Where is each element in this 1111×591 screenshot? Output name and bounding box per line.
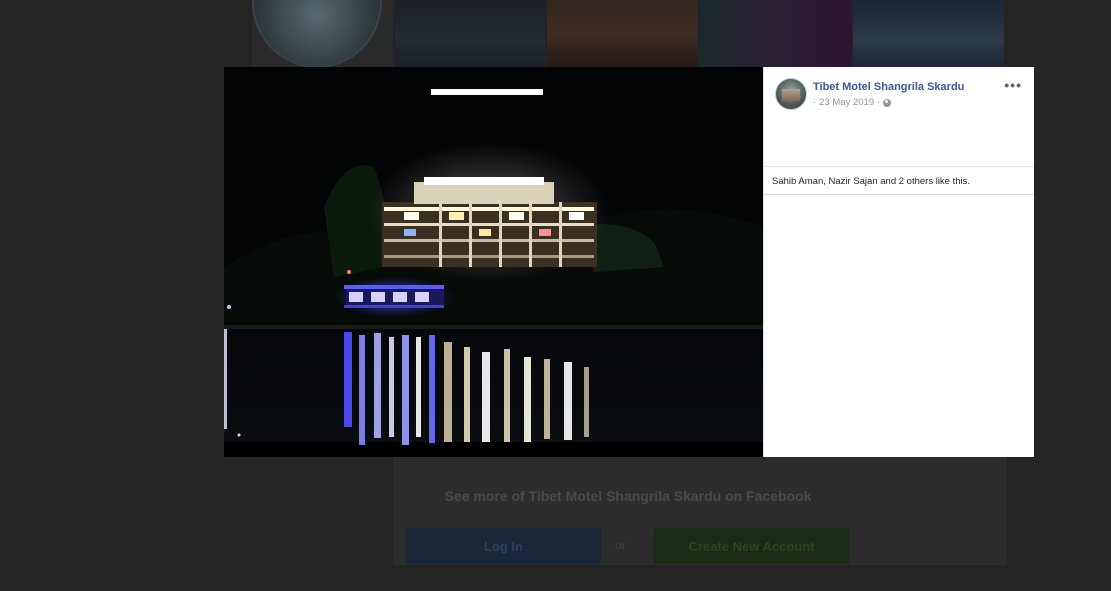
post-date[interactable]: 23 May 2019 [819, 97, 874, 108]
likes-summary[interactable]: Sahib Aman, Nazir Sajan and 2 others lik… [772, 176, 970, 187]
background-thumbnail [547, 0, 698, 67]
background-thumbnail [700, 0, 851, 67]
meta-separator: · [813, 97, 817, 108]
globe-icon [883, 98, 892, 107]
background-thumbnail [395, 0, 545, 67]
background-profile-photo [252, 0, 393, 67]
hotel-night-photo [224, 67, 763, 457]
meta-dot: · [877, 97, 881, 108]
more-options-icon[interactable]: ••• [1004, 77, 1022, 93]
or-separator: or [615, 538, 626, 552]
login-button[interactable]: Log In [406, 528, 601, 564]
create-account-button[interactable]: Create New Account [654, 528, 849, 564]
see-more-text: See more of Tibet Motel Shangrila Skardu… [444, 488, 812, 504]
post-info-panel: Tibet Motel Shangrila Skardu · 23 May 20… [763, 67, 1034, 457]
divider [764, 194, 1034, 195]
post-meta: · 23 May 2019 · [813, 97, 892, 108]
facebook-photo-viewer: See more of Tibet Motel Shangrila Skardu… [0, 0, 1111, 591]
photo-viewer[interactable] [224, 67, 763, 457]
page-name-link[interactable]: Tibet Motel Shangrila Skardu [813, 81, 964, 93]
background-photo-strip [252, 0, 1004, 67]
page-avatar[interactable] [775, 78, 807, 110]
background-thumbnail [853, 0, 1004, 67]
divider [764, 166, 1034, 167]
